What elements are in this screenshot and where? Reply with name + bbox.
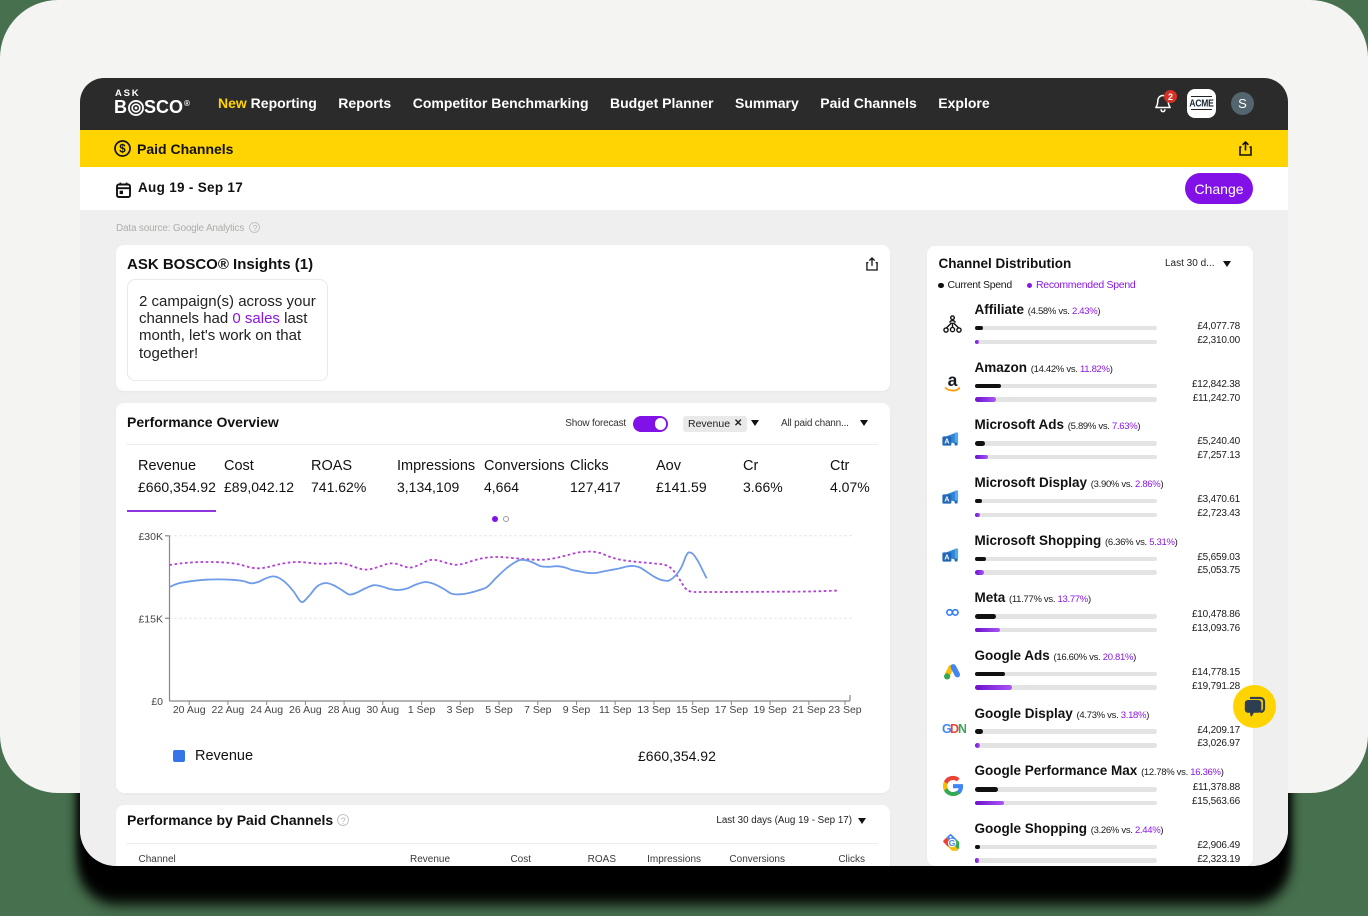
svg-text:A: A (944, 554, 949, 561)
svg-text:24 Aug: 24 Aug (250, 704, 283, 716)
svg-text:7 Sep: 7 Sep (524, 704, 552, 716)
svg-text:3 Sep: 3 Sep (447, 704, 475, 716)
svg-text:26 Aug: 26 Aug (289, 704, 322, 716)
svg-text:A: A (944, 496, 949, 503)
svg-text:a: a (948, 372, 958, 390)
svg-text:£30K: £30K (138, 531, 163, 543)
svg-text:N: N (958, 721, 966, 735)
svg-text:22 Aug: 22 Aug (212, 704, 245, 716)
svg-text:9 Sep: 9 Sep (563, 704, 591, 716)
svg-text:30 Aug: 30 Aug (366, 704, 399, 716)
svg-text:20 Aug: 20 Aug (173, 704, 206, 716)
svg-text:11 Sep: 11 Sep (599, 704, 632, 716)
svg-text:$: $ (119, 144, 126, 156)
svg-text:A: A (944, 439, 949, 446)
svg-text:21 Sep: 21 Sep (792, 704, 825, 716)
svg-text:1 Sep: 1 Sep (408, 704, 436, 716)
svg-text:£0: £0 (151, 696, 163, 708)
svg-text:19 Sep: 19 Sep (753, 704, 786, 716)
svg-text:G: G (949, 838, 956, 848)
svg-text:£15K: £15K (138, 614, 163, 626)
svg-text:15 Sep: 15 Sep (676, 704, 709, 716)
svg-text:5 Sep: 5 Sep (485, 704, 513, 716)
svg-text:28 Aug: 28 Aug (328, 704, 361, 716)
svg-text:23 Sep: 23 Sep (828, 704, 861, 716)
svg-text:17 Sep: 17 Sep (715, 704, 748, 716)
svg-text:13 Sep: 13 Sep (637, 704, 670, 716)
